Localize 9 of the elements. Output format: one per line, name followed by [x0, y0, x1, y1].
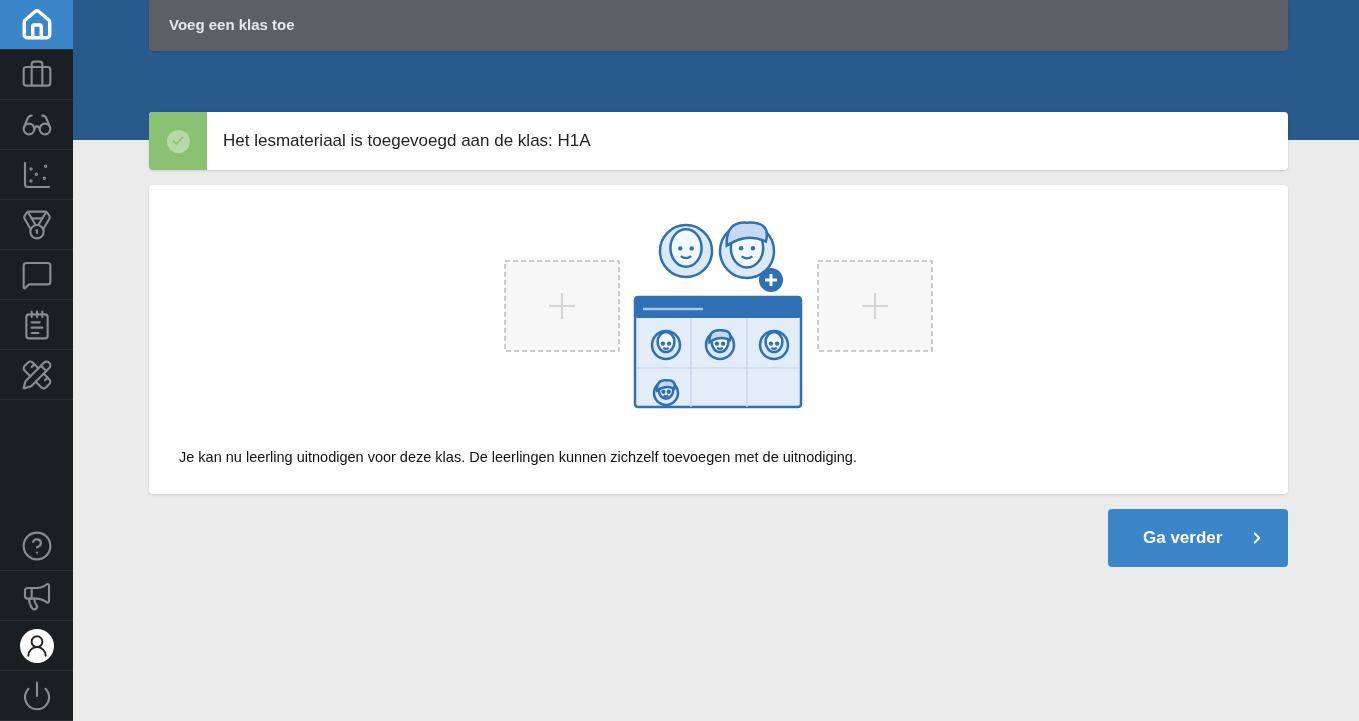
invite-text: Je kan nu leerling uitnodigen voor deze klas. De leerlingen kunnen zichzelf toevoegen met de uitnodiging.	[179, 448, 857, 467]
continue-button[interactable]: Ga verder	[1108, 509, 1288, 567]
avatar-icon	[19, 628, 54, 663]
check-icon	[166, 129, 190, 153]
page-title: Voeg een klas toe	[169, 15, 295, 36]
help-icon	[20, 529, 53, 562]
alert-message: Het lesmateriaal is toegevoegd aan de klas: H1A	[223, 130, 591, 153]
medal-icon	[20, 208, 53, 241]
pencil-ruler-icon	[20, 358, 53, 391]
